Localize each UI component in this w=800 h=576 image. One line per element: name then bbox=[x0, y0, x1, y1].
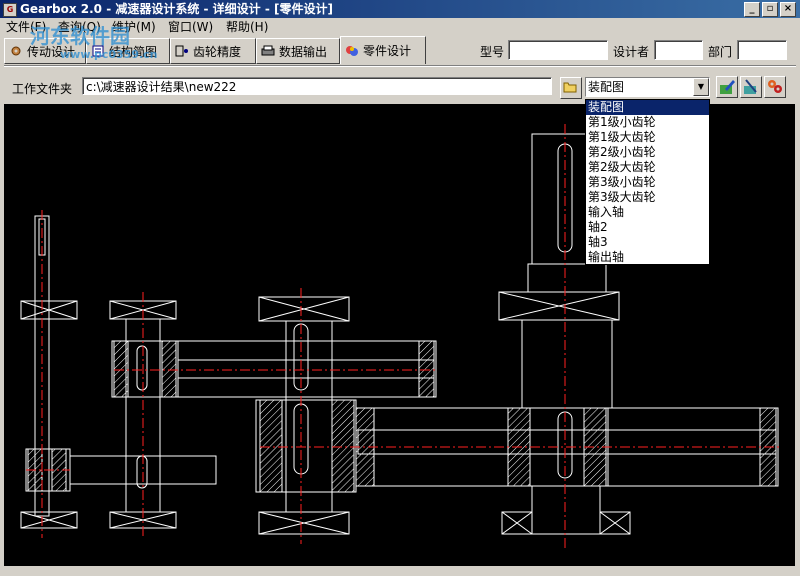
workdir-label: 工作文件夹 bbox=[12, 82, 73, 96]
dropdown-option[interactable]: 第1级小齿轮 bbox=[586, 115, 709, 130]
window-title: Gearbox 2.0 - 减速器设计系统 - 详细设计 - [零件设计] bbox=[20, 2, 333, 16]
designer-label: 设计者 bbox=[613, 45, 650, 59]
diagram-icon bbox=[92, 45, 104, 57]
department-label: 部门 bbox=[708, 45, 733, 59]
tab-label: 结构简图 bbox=[109, 44, 158, 59]
tab-transmission-design[interactable]: 传动设计 bbox=[4, 38, 86, 64]
app-icon: G bbox=[3, 3, 17, 17]
close-button[interactable]: × bbox=[780, 2, 796, 17]
folder-icon bbox=[563, 82, 577, 93]
tools-button[interactable] bbox=[740, 76, 762, 98]
parts-icon bbox=[346, 45, 358, 56]
dropdown-option-assembly[interactable]: 装配图 bbox=[586, 100, 709, 115]
dropdown-option[interactable]: 输出轴 bbox=[586, 250, 709, 265]
menu-query[interactable]: 查询(Q) bbox=[58, 18, 101, 36]
menu-maintain[interactable]: 维护(M) bbox=[112, 18, 156, 36]
restore-button[interactable]: ▫ bbox=[762, 2, 778, 17]
dropdown-option[interactable]: 轴3 bbox=[586, 235, 709, 250]
separator bbox=[4, 65, 796, 67]
settings-button[interactable] bbox=[764, 76, 786, 98]
edit-icon bbox=[720, 80, 735, 94]
model-label: 型号 bbox=[480, 45, 505, 59]
tab-structure-diagram[interactable]: 结构简图 bbox=[86, 38, 170, 64]
tab-label: 传动设计 bbox=[27, 44, 76, 59]
model-field[interactable] bbox=[508, 40, 608, 60]
tab-label: 零件设计 bbox=[363, 44, 412, 58]
tab-data-output[interactable]: 数据输出 bbox=[256, 38, 340, 64]
gear-icon bbox=[11, 46, 21, 56]
dropdown-option[interactable]: 输入轴 bbox=[586, 205, 709, 220]
part-select-value: 装配图 bbox=[588, 80, 625, 94]
title-bar: G Gearbox 2.0 - 减速器设计系统 - 详细设计 - [零件设计] … bbox=[0, 0, 800, 18]
workdir-input[interactable]: c:\减速器设计结果\new222 bbox=[82, 77, 552, 95]
menu-file[interactable]: 文件(F) bbox=[6, 18, 46, 36]
settings-icon bbox=[768, 80, 782, 93]
dropdown-option[interactable]: 第2级大齿轮 bbox=[586, 160, 709, 175]
precision-icon bbox=[175, 45, 188, 57]
department-field[interactable] bbox=[737, 40, 787, 60]
tools-icon bbox=[744, 79, 757, 94]
menu-bar: 文件(F) 查询(Q) 维护(M) 窗口(W) 帮助(H) bbox=[0, 18, 800, 36]
edit-tool-button[interactable] bbox=[716, 76, 738, 98]
menu-window[interactable]: 窗口(W) bbox=[168, 18, 213, 36]
dropdown-option[interactable]: 第1级大齿轮 bbox=[586, 130, 709, 145]
tab-label: 数据输出 bbox=[279, 44, 328, 59]
chevron-down-icon[interactable]: ▼ bbox=[693, 78, 709, 96]
browse-folder-button[interactable] bbox=[560, 77, 582, 99]
tab-gear-precision[interactable]: 齿轮精度 bbox=[170, 38, 256, 64]
tab-label: 齿轮精度 bbox=[193, 44, 242, 59]
designer-field[interactable] bbox=[654, 40, 703, 60]
tab-part-design[interactable]: 零件设计 bbox=[340, 36, 426, 64]
dropdown-option[interactable]: 第3级大齿轮 bbox=[586, 190, 709, 205]
menu-help[interactable]: 帮助(H) bbox=[226, 18, 268, 36]
minimize-button[interactable]: _ bbox=[744, 2, 760, 17]
part-select[interactable]: 装配图 ▼ bbox=[585, 77, 710, 97]
dropdown-option[interactable]: 第3级小齿轮 bbox=[586, 175, 709, 190]
printer-icon bbox=[261, 45, 275, 56]
window-controls: _ ▫ × bbox=[744, 2, 796, 17]
dropdown-option[interactable]: 轴2 bbox=[586, 220, 709, 235]
part-select-dropdown[interactable]: 装配图 第1级小齿轮 第1级大齿轮 第2级小齿轮 第2级大齿轮 第3级小齿轮 第… bbox=[585, 99, 710, 265]
dropdown-option[interactable]: 第2级小齿轮 bbox=[586, 145, 709, 160]
